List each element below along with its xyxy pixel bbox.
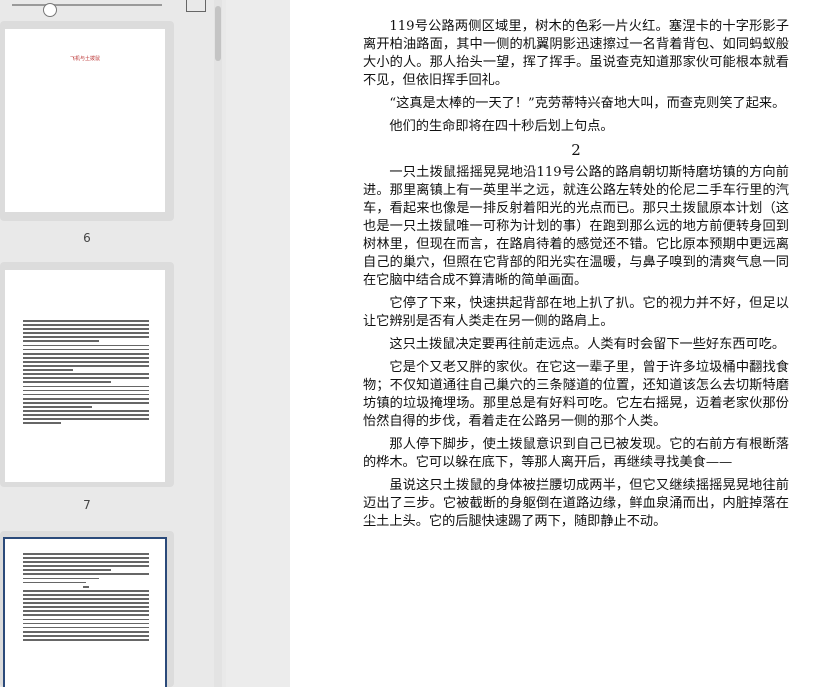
thumbnail-page-preview [3, 537, 167, 687]
thumbnail-title: 飞机与土拨鼠 [69, 56, 100, 62]
paragraph: 这只土拨鼠决定要再往前走远点。人类有时会留下一些好东西可吃。 [389, 337, 786, 352]
thumbnail-toolbar [0, 0, 226, 17]
sidebar-scrollbar-thumb[interactable] [215, 6, 221, 61]
page-thumbnail-6[interactable]: 飞机与土拨鼠 [0, 21, 174, 221]
paragraph: 它停了下来，快速拱起背部在地上扒了扒。它的视力并不好，但足以让它辨别是否有人类走… [363, 296, 789, 329]
thumbnail-page-preview [5, 270, 165, 482]
paragraph: 虽说这只土拨鼠的身体被拦腰切成两半，但它又继续摇摇晃晃地往前迈出了三步。它被截断… [363, 478, 789, 529]
document-viewer: 119号公路两侧区域里，树木的色彩一片火红。塞涅卡的十字形影子离开柏油路面，其中… [226, 0, 837, 687]
page-content: 119号公路两侧区域里，树木的色彩一片火红。塞涅卡的十字形影子离开柏油路面，其中… [363, 18, 789, 536]
paragraph: “这真是太棒的一天了！”克劳蒂特兴奋地大叫，而查克则笑了起来。 [389, 96, 786, 111]
thumbnail-sidebar: 飞机与土拨鼠 6 7 [0, 0, 226, 687]
paragraph: 他们的生命即将在四十秒后划上句点。 [389, 119, 614, 134]
page-number-label: 6 [83, 231, 91, 245]
paragraph: 它是个又老又胖的家伙。在它这一辈子里，曾于许多垃圾桶中翻找食物；不仅知道通往自己… [363, 360, 789, 429]
paragraph: 119号公路两侧区域里，树木的色彩一片火红。塞涅卡的十字形影子离开柏油路面，其中… [363, 19, 789, 88]
thumbnail-text-lines [23, 553, 149, 643]
thumbnail-page-preview: 飞机与土拨鼠 [5, 29, 165, 212]
sidebar-scrollbar[interactable] [214, 0, 222, 687]
page-number-label: 7 [83, 498, 91, 512]
thumbnail-text-lines [23, 320, 149, 426]
document-page: 119号公路两侧区域里，树木的色彩一片火红。塞涅卡的十字形影子离开柏油路面，其中… [290, 0, 837, 687]
page-thumbnail-8[interactable] [0, 531, 174, 687]
zoom-slider-handle[interactable] [43, 3, 57, 17]
zoom-slider[interactable] [12, 3, 162, 17]
paragraph: 那人停下脚步，使土拨鼠意识到自己已被发现。它的右前方有根断落的桦木。它可以躲在底… [363, 437, 789, 470]
image-icon[interactable] [186, 0, 206, 12]
paragraph: 一只土拨鼠摇摇晃晃地沿119号公路的路肩朝切斯特磨坊镇的方向前进。那里离镇上有一… [363, 165, 789, 288]
chapter-heading: 2 [571, 141, 581, 159]
page-thumbnail-7[interactable] [0, 262, 174, 487]
